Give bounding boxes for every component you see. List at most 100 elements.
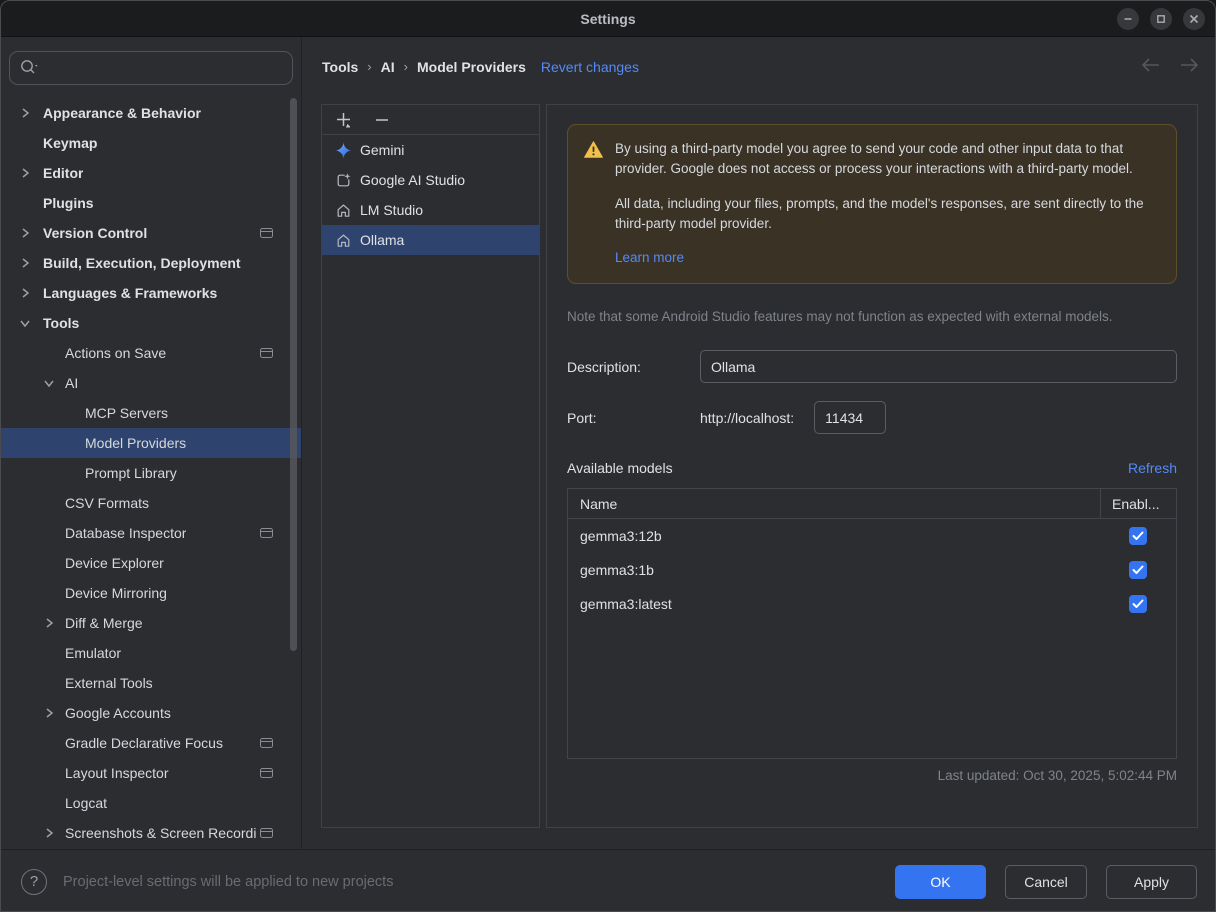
- apply-button[interactable]: Apply: [1106, 865, 1197, 899]
- project-level-setting-icon: [260, 738, 273, 748]
- sidebar-item-label: Layout Inspector: [65, 765, 169, 781]
- sidebar-item-label: Diff & Merge: [65, 615, 143, 631]
- sidebar-item-emulator[interactable]: Emulator: [1, 638, 301, 668]
- back-arrow-icon[interactable]: [1141, 58, 1161, 75]
- sidebar-item-label: Prompt Library: [85, 465, 177, 481]
- provider-item-google-ai-studio[interactable]: Google AI Studio: [322, 165, 539, 195]
- provider-item-label: Ollama: [360, 232, 404, 248]
- chevron-down-icon[interactable]: [17, 315, 33, 331]
- refresh-link[interactable]: Refresh: [1128, 460, 1177, 476]
- column-header-name[interactable]: Name: [568, 496, 1100, 512]
- breadcrumb-tools[interactable]: Tools: [322, 59, 358, 75]
- breadcrumb-model-providers[interactable]: Model Providers: [417, 59, 526, 75]
- sidebar-item-label: CSV Formats: [65, 495, 149, 511]
- model-enabled-checkbox[interactable]: [1129, 595, 1147, 613]
- provider-item-gemini[interactable]: Gemini: [322, 135, 539, 165]
- home-icon: [335, 232, 352, 249]
- ai-studio-icon: [335, 172, 352, 189]
- revert-changes-link[interactable]: Revert changes: [541, 59, 639, 75]
- sidebar-item-editor[interactable]: Editor: [1, 158, 301, 188]
- ok-button[interactable]: OK: [895, 865, 986, 899]
- sidebar-item-screenshots-screen-recordi[interactable]: Screenshots & Screen Recordi: [1, 818, 301, 848]
- chevron-right-icon[interactable]: [17, 285, 33, 301]
- model-enabled-checkbox[interactable]: [1129, 527, 1147, 545]
- sidebar-item-model-providers[interactable]: Model Providers: [1, 428, 301, 458]
- sidebar-item-gradle-declarative-focus[interactable]: Gradle Declarative Focus: [1, 728, 301, 758]
- provider-item-label: LM Studio: [360, 202, 423, 218]
- sidebar-item-languages-frameworks[interactable]: Languages & Frameworks: [1, 278, 301, 308]
- sidebar-scrollbar[interactable]: [290, 98, 297, 651]
- sidebar-item-device-mirroring[interactable]: Device Mirroring: [1, 578, 301, 608]
- sidebar-item-label: External Tools: [65, 675, 153, 691]
- sidebar-item-label: Languages & Frameworks: [43, 285, 217, 301]
- chevron-right-icon[interactable]: [17, 255, 33, 271]
- sidebar-item-version-control[interactable]: Version Control: [1, 218, 301, 248]
- forward-arrow-icon[interactable]: [1179, 58, 1199, 75]
- port-input[interactable]: [814, 401, 886, 434]
- model-enabled-checkbox[interactable]: [1129, 561, 1147, 579]
- project-level-setting-icon: [260, 348, 273, 358]
- window-controls: [1117, 8, 1205, 30]
- chevron-right-icon[interactable]: [17, 225, 33, 241]
- close-button[interactable]: [1183, 8, 1205, 30]
- sidebar-item-logcat[interactable]: Logcat: [1, 788, 301, 818]
- model-row-gemma3-latest[interactable]: gemma3:latest: [568, 587, 1176, 621]
- learn-more-link[interactable]: Learn more: [615, 248, 684, 268]
- chevron-right-icon[interactable]: [17, 105, 33, 121]
- port-row: Port: http://localhost:: [567, 401, 1177, 434]
- window-title: Settings: [580, 11, 635, 27]
- sidebar-item-prompt-library[interactable]: Prompt Library: [1, 458, 301, 488]
- provider-item-ollama[interactable]: Ollama: [322, 225, 539, 255]
- maximize-button[interactable]: [1150, 8, 1172, 30]
- add-provider-button[interactable]: [333, 109, 355, 131]
- cancel-button[interactable]: Cancel: [1005, 865, 1087, 899]
- sidebar-item-google-accounts[interactable]: Google Accounts: [1, 698, 301, 728]
- description-label: Description:: [567, 359, 700, 375]
- sidebar-item-actions-on-save[interactable]: Actions on Save: [1, 338, 301, 368]
- settings-search-field[interactable]: [9, 51, 293, 85]
- sidebar-item-external-tools[interactable]: External Tools: [1, 668, 301, 698]
- chevron-right-icon[interactable]: [41, 825, 57, 841]
- chevron-right-icon[interactable]: [17, 165, 33, 181]
- sidebar-item-ai[interactable]: AI: [1, 368, 301, 398]
- help-icon[interactable]: ?: [21, 869, 47, 895]
- sidebar-item-label: Device Explorer: [65, 555, 164, 571]
- sidebar-item-appearance-behavior[interactable]: Appearance & Behavior: [1, 98, 301, 128]
- providers-toolbar: [322, 105, 539, 135]
- provider-item-lm-studio[interactable]: LM Studio: [322, 195, 539, 225]
- sidebar-item-label: Actions on Save: [65, 345, 166, 361]
- sidebar-item-tools[interactable]: Tools: [1, 308, 301, 338]
- column-header-enabled[interactable]: Enabl...: [1100, 489, 1176, 518]
- model-row-gemma3-1b[interactable]: gemma3:1b: [568, 553, 1176, 587]
- sidebar-item-csv-formats[interactable]: CSV Formats: [1, 488, 301, 518]
- sidebar-item-build-execution-deployment[interactable]: Build, Execution, Deployment: [1, 248, 301, 278]
- breadcrumb: Tools › AI › Model Providers Revert chan…: [322, 37, 639, 96]
- minimize-button[interactable]: [1117, 8, 1139, 30]
- available-models-label: Available models: [567, 460, 673, 476]
- available-models-row: Available models Refresh: [567, 460, 1177, 476]
- third-party-warning-banner: By using a third-party model you agree t…: [567, 124, 1177, 284]
- settings-tree: Appearance & Behavior Keymap EditorPlugins…: [1, 98, 301, 849]
- localhost-prefix: http://localhost:: [700, 410, 794, 426]
- sidebar-item-diff-merge[interactable]: Diff & Merge: [1, 608, 301, 638]
- sidebar-item-label: Gradle Declarative Focus: [65, 735, 223, 751]
- sidebar-item-keymap[interactable]: Keymap: [1, 128, 301, 158]
- sidebar-item-plugins[interactable]: Plugins: [1, 188, 301, 218]
- description-input[interactable]: [700, 350, 1177, 383]
- breadcrumb-ai[interactable]: AI: [381, 59, 395, 75]
- sidebar-item-mcp-servers[interactable]: MCP Servers: [1, 398, 301, 428]
- warning-icon: [584, 141, 603, 268]
- sidebar-item-label: Keymap: [43, 135, 97, 151]
- chevron-right-icon[interactable]: [41, 705, 57, 721]
- model-row-gemma3-12b[interactable]: gemma3:12b: [568, 519, 1176, 553]
- history-nav: [1141, 37, 1199, 96]
- sidebar-item-layout-inspector[interactable]: Layout Inspector: [1, 758, 301, 788]
- sidebar-item-database-inspector[interactable]: Database Inspector: [1, 518, 301, 548]
- sidebar-item-device-explorer[interactable]: Device Explorer: [1, 548, 301, 578]
- sidebar-item-label: Google Accounts: [65, 705, 171, 721]
- chevron-right-icon[interactable]: [41, 615, 57, 631]
- provider-detail-panel: By using a third-party model you agree t…: [546, 104, 1198, 828]
- remove-provider-button[interactable]: [371, 109, 393, 131]
- bottom-bar: ? Project-level settings will be applied…: [1, 849, 1215, 912]
- chevron-down-icon[interactable]: [41, 375, 57, 391]
